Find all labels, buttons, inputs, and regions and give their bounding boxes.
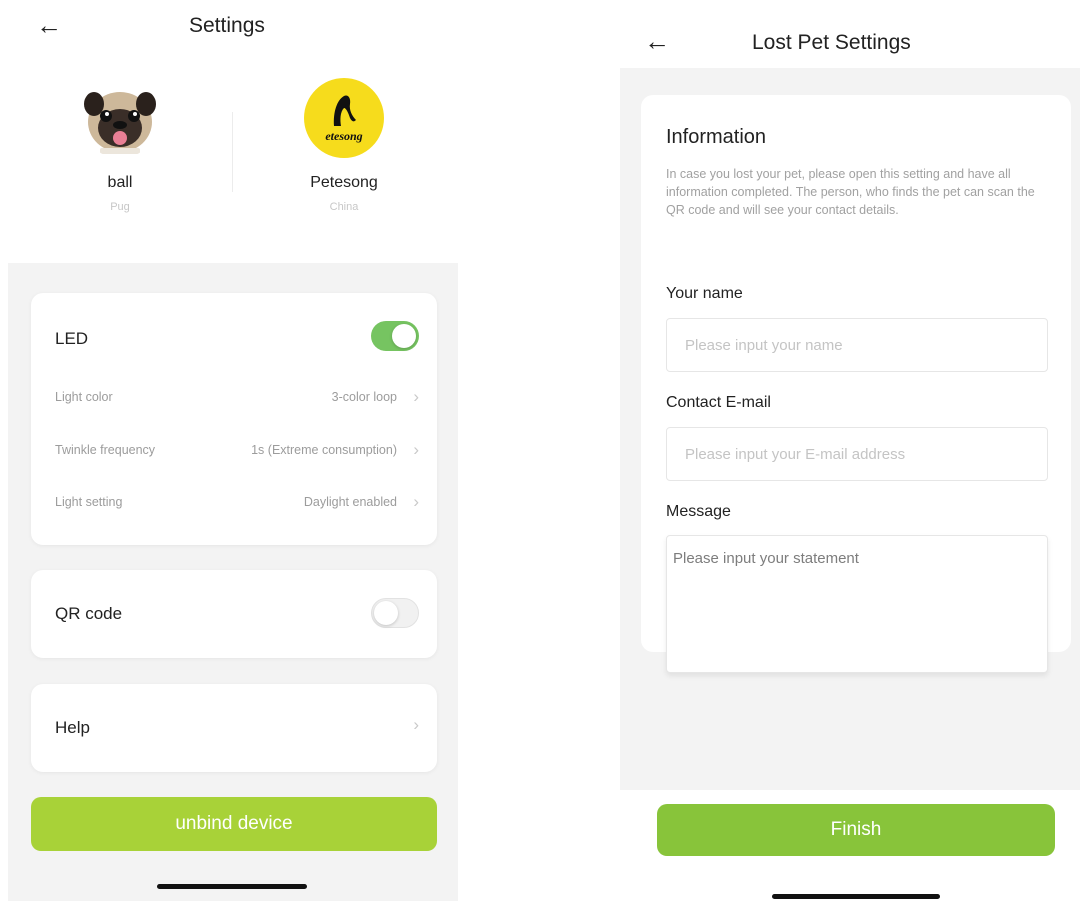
avatar (80, 78, 160, 158)
row-label: Twinkle frequency (55, 443, 156, 457)
pet-item-petesong[interactable]: etesong Petesong China (244, 72, 444, 252)
row-value: 1s (Extreme consumption) (251, 443, 397, 457)
row-label: Light color (55, 390, 113, 404)
unbind-device-button[interactable]: unbind device (31, 797, 437, 851)
finish-button[interactable]: Finish (657, 804, 1055, 856)
lost-pet-header: ← Lost Pet Settings (620, 0, 1080, 68)
contact-email-label: Contact E-mail (666, 394, 771, 411)
led-toggle[interactable] (371, 321, 419, 351)
pet-item-ball[interactable]: ball Pug (20, 72, 220, 252)
qr-code-label: QR code (55, 604, 123, 623)
back-arrow-icon[interactable]: ← (36, 12, 62, 38)
row-label: Light setting (55, 495, 123, 509)
twinkle-frequency-row[interactable]: Twinkle frequency 1s (Extreme consumptio… (55, 440, 419, 462)
row-value: 3-color loop (331, 390, 397, 404)
toggle-knob (392, 324, 416, 348)
home-indicator (157, 884, 307, 889)
pet-breed: Pug (110, 201, 130, 213)
page-title: Lost Pet Settings (752, 31, 911, 54)
chevron-right-icon: › (413, 492, 419, 511)
pet-name: ball (107, 174, 133, 191)
chevron-right-icon: › (413, 440, 419, 459)
led-label: LED (55, 329, 89, 348)
pet-switcher: ball Pug etesong Petesong China (8, 72, 458, 257)
lost-pet-settings-screen: ← Lost Pet Settings Information In case … (620, 0, 1080, 901)
pet-name: Petesong (310, 174, 378, 191)
your-name-label: Your name (666, 285, 743, 302)
settings-header: ← Settings (8, 0, 458, 60)
avatar: etesong (304, 78, 384, 158)
chevron-right-icon: › (413, 387, 419, 406)
toggle-knob (374, 601, 398, 625)
pet-breed: China (329, 201, 359, 213)
information-description: In case you lost your pet, please open t… (666, 167, 1035, 217)
settings-screen: ← Settings ball Pug etesong Petesong Chi… (8, 0, 458, 901)
pug-face-icon (84, 92, 156, 154)
home-indicator (772, 894, 940, 899)
information-title: Information (666, 126, 767, 148)
chevron-right-icon: › (413, 715, 419, 734)
qr-code-toggle[interactable] (371, 598, 419, 628)
your-name-input[interactable] (666, 318, 1048, 372)
led-card: LED Light color 3-color loop › Twinkle f… (31, 293, 437, 545)
qr-code-card: QR code (31, 570, 437, 658)
row-value: Daylight enabled (303, 495, 397, 509)
light-setting-row[interactable]: Light setting Daylight enabled › (55, 492, 419, 514)
petesong-logo-icon: etesong (325, 95, 363, 143)
page-title: Settings (189, 14, 265, 37)
logo-text: etesong (325, 129, 362, 143)
message-label: Message (666, 503, 731, 520)
help-label: Help (55, 718, 90, 737)
back-arrow-icon[interactable]: ← (644, 28, 670, 54)
message-textarea[interactable] (666, 535, 1048, 673)
contact-email-input[interactable] (666, 427, 1048, 481)
light-color-row[interactable]: Light color 3-color loop › (55, 387, 419, 409)
settings-body: LED Light color 3-color loop › Twinkle f… (8, 263, 458, 901)
divider (232, 112, 233, 192)
help-card[interactable]: Help › (31, 684, 437, 772)
